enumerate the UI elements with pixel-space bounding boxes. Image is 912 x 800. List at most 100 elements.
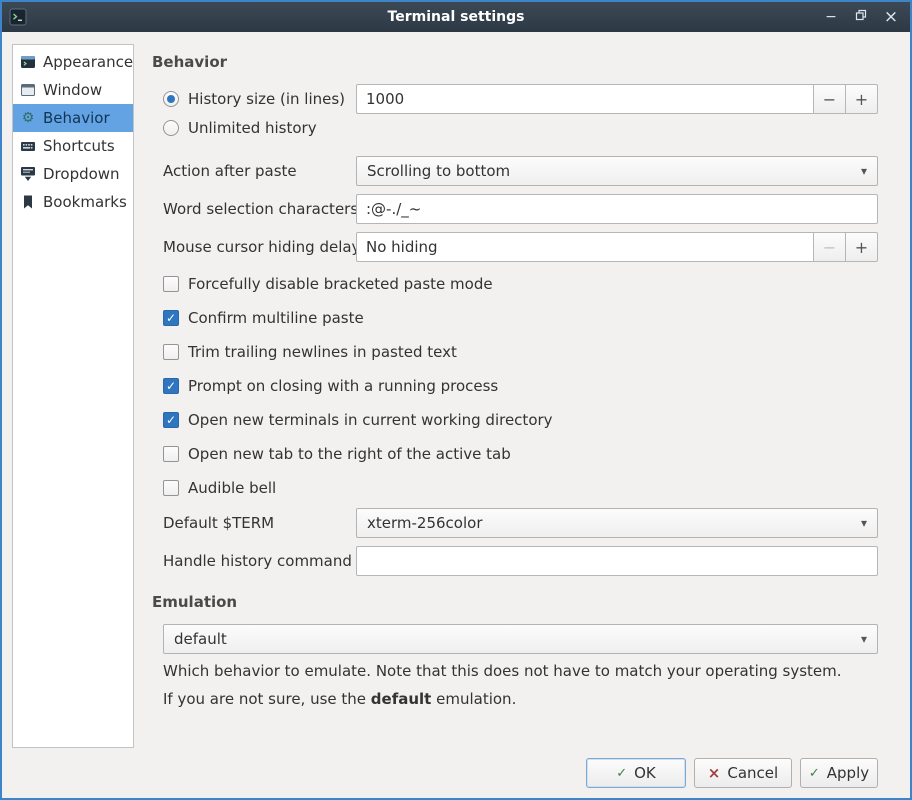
- ok-button[interactable]: ✓ OK: [586, 758, 686, 788]
- checkbox-label: Audible bell: [188, 479, 276, 497]
- minimize-button[interactable]: −: [820, 6, 842, 28]
- check-icon: ✓: [809, 766, 820, 781]
- apply-button[interactable]: ✓ Apply: [800, 758, 878, 788]
- check-icon: ✓: [166, 312, 176, 324]
- sidebar-item-dropdown[interactable]: Dropdown: [13, 160, 133, 188]
- sidebar-item-appearance[interactable]: Appearance: [13, 48, 133, 76]
- checkbox-open-in-cwd[interactable]: ✓: [163, 412, 179, 428]
- checkbox-label: Confirm multiline paste: [188, 309, 364, 327]
- window-title: Terminal settings: [2, 2, 910, 32]
- checkbox-label: Trim trailing newlines in pasted text: [188, 343, 457, 361]
- default-term-select[interactable]: xterm-256color ▾: [356, 508, 878, 538]
- titlebar[interactable]: Terminal settings − ×: [2, 2, 910, 32]
- handle-history-input[interactable]: [356, 546, 878, 576]
- history-size-label: History size (in lines): [188, 90, 345, 108]
- checkbox-label: Forcefully disable bracketed paste mode: [188, 275, 493, 293]
- checkbox-bracketed-paste[interactable]: ✓: [163, 276, 179, 292]
- emulation-help-line1: Which behavior to emulate. Note that thi…: [163, 661, 842, 681]
- sidebar-item-label: Behavior: [43, 109, 110, 127]
- checkbox-row[interactable]: ✓ Audible bell: [163, 473, 276, 503]
- checkbox-row[interactable]: ✓ Open new terminals in current working …: [163, 405, 553, 435]
- chevron-down-icon: ▾: [861, 517, 867, 529]
- ok-button-label: OK: [634, 764, 656, 782]
- emulation-value: default: [174, 630, 227, 648]
- behavior-section-title: Behavior: [152, 52, 227, 72]
- history-size-increment-button[interactable]: +: [846, 84, 878, 114]
- behavior-icon: ⚙: [20, 110, 36, 126]
- maximize-button[interactable]: [850, 6, 872, 28]
- apply-button-label: Apply: [827, 764, 869, 782]
- word-selection-input[interactable]: :@-./_~: [356, 194, 878, 224]
- emulation-select[interactable]: default ▾: [163, 624, 878, 654]
- checkbox-audible-bell[interactable]: ✓: [163, 480, 179, 496]
- check-icon: ✓: [616, 766, 627, 781]
- keyboard-icon: [20, 138, 36, 154]
- close-button[interactable]: ×: [880, 6, 902, 28]
- appearance-icon: [20, 54, 36, 70]
- sidebar-item-label: Dropdown: [43, 165, 120, 183]
- checkbox-new-tab-right[interactable]: ✓: [163, 446, 179, 462]
- window-controls: − ×: [820, 2, 902, 32]
- emulation-help-line2: If you are not sure, use the default emu…: [163, 689, 516, 709]
- chevron-down-icon: ▾: [861, 633, 867, 645]
- sidebar-item-window[interactable]: Window: [13, 76, 133, 104]
- minimize-icon: −: [825, 9, 837, 25]
- dropdown-icon: [20, 166, 36, 182]
- radio-unlimited-history[interactable]: [163, 120, 179, 136]
- sidebar-item-label: Appearance: [43, 53, 133, 71]
- window-icon: [20, 82, 36, 98]
- minus-icon: −: [823, 238, 836, 257]
- check-icon: ✓: [166, 414, 176, 426]
- cancel-button-label: Cancel: [727, 764, 778, 782]
- mouse-cursor-delay-decrement-button[interactable]: −: [814, 232, 846, 262]
- history-size-input[interactable]: 1000: [356, 84, 814, 114]
- check-icon: ✓: [166, 380, 176, 392]
- chevron-down-icon: ▾: [861, 165, 867, 177]
- sidebar-item-label: Window: [43, 81, 102, 99]
- mouse-cursor-delay-input[interactable]: No hiding: [356, 232, 814, 262]
- checkbox-label: Open new tab to the right of the active …: [188, 445, 511, 463]
- cancel-button[interactable]: × Cancel: [694, 758, 792, 788]
- action-after-paste-select[interactable]: Scrolling to bottom ▾: [356, 156, 878, 186]
- help2-suffix: emulation.: [431, 690, 516, 708]
- history-size-decrement-button[interactable]: −: [814, 84, 846, 114]
- plus-icon: +: [855, 90, 868, 109]
- restore-icon: [855, 9, 867, 25]
- help2-prefix: If you are not sure, use the: [163, 690, 371, 708]
- history-size-spinbutton: 1000 − +: [356, 84, 878, 114]
- sidebar-item-bookmarks[interactable]: Bookmarks: [13, 188, 133, 216]
- checkbox-confirm-multiline-paste[interactable]: ✓: [163, 310, 179, 326]
- checkbox-label: Prompt on closing with a running process: [188, 377, 498, 395]
- terminal-settings-window: Terminal settings − ×: [0, 0, 912, 800]
- sidebar-item-shortcuts[interactable]: Shortcuts: [13, 132, 133, 160]
- checkbox-row[interactable]: ✓ Confirm multiline paste: [163, 303, 364, 333]
- checkbox-row[interactable]: ✓ Forcefully disable bracketed paste mod…: [163, 269, 493, 299]
- cross-icon: ×: [708, 764, 721, 782]
- action-after-paste-label: Action after paste: [163, 156, 297, 186]
- word-selection-label: Word selection characters: [163, 194, 358, 224]
- checkbox-row[interactable]: ✓ Prompt on closing with a running proce…: [163, 371, 498, 401]
- checkbox-row[interactable]: ✓ Trim trailing newlines in pasted text: [163, 337, 457, 367]
- close-icon: ×: [884, 7, 898, 27]
- default-term-value: xterm-256color: [367, 514, 482, 532]
- help2-bold: default: [371, 690, 432, 708]
- history-size-option[interactable]: History size (in lines): [163, 84, 345, 114]
- checkbox-prompt-on-closing[interactable]: ✓: [163, 378, 179, 394]
- mouse-cursor-delay-increment-button[interactable]: +: [846, 232, 878, 262]
- sidebar-item-label: Shortcuts: [43, 137, 115, 155]
- checkbox-row[interactable]: ✓ Open new tab to the right of the activ…: [163, 439, 511, 469]
- emulation-section-title: Emulation: [152, 592, 237, 612]
- unlimited-history-option[interactable]: Unlimited history: [163, 113, 317, 143]
- settings-category-list: Appearance Window ⚙ Behavior: [12, 44, 134, 748]
- mouse-cursor-delay-spinbutton: No hiding − +: [356, 232, 878, 262]
- checkbox-trim-trailing-newlines[interactable]: ✓: [163, 344, 179, 360]
- plus-icon: +: [855, 238, 868, 257]
- bookmark-icon: [20, 194, 36, 210]
- sidebar-item-label: Bookmarks: [43, 193, 127, 211]
- mouse-cursor-delay-label: Mouse cursor hiding delay: [163, 232, 360, 262]
- sidebar-item-behavior[interactable]: ⚙ Behavior: [13, 104, 133, 132]
- minus-icon: −: [823, 90, 836, 109]
- handle-history-label: Handle history command: [163, 546, 352, 576]
- checkbox-label: Open new terminals in current working di…: [188, 411, 553, 429]
- radio-history-size[interactable]: [163, 91, 179, 107]
